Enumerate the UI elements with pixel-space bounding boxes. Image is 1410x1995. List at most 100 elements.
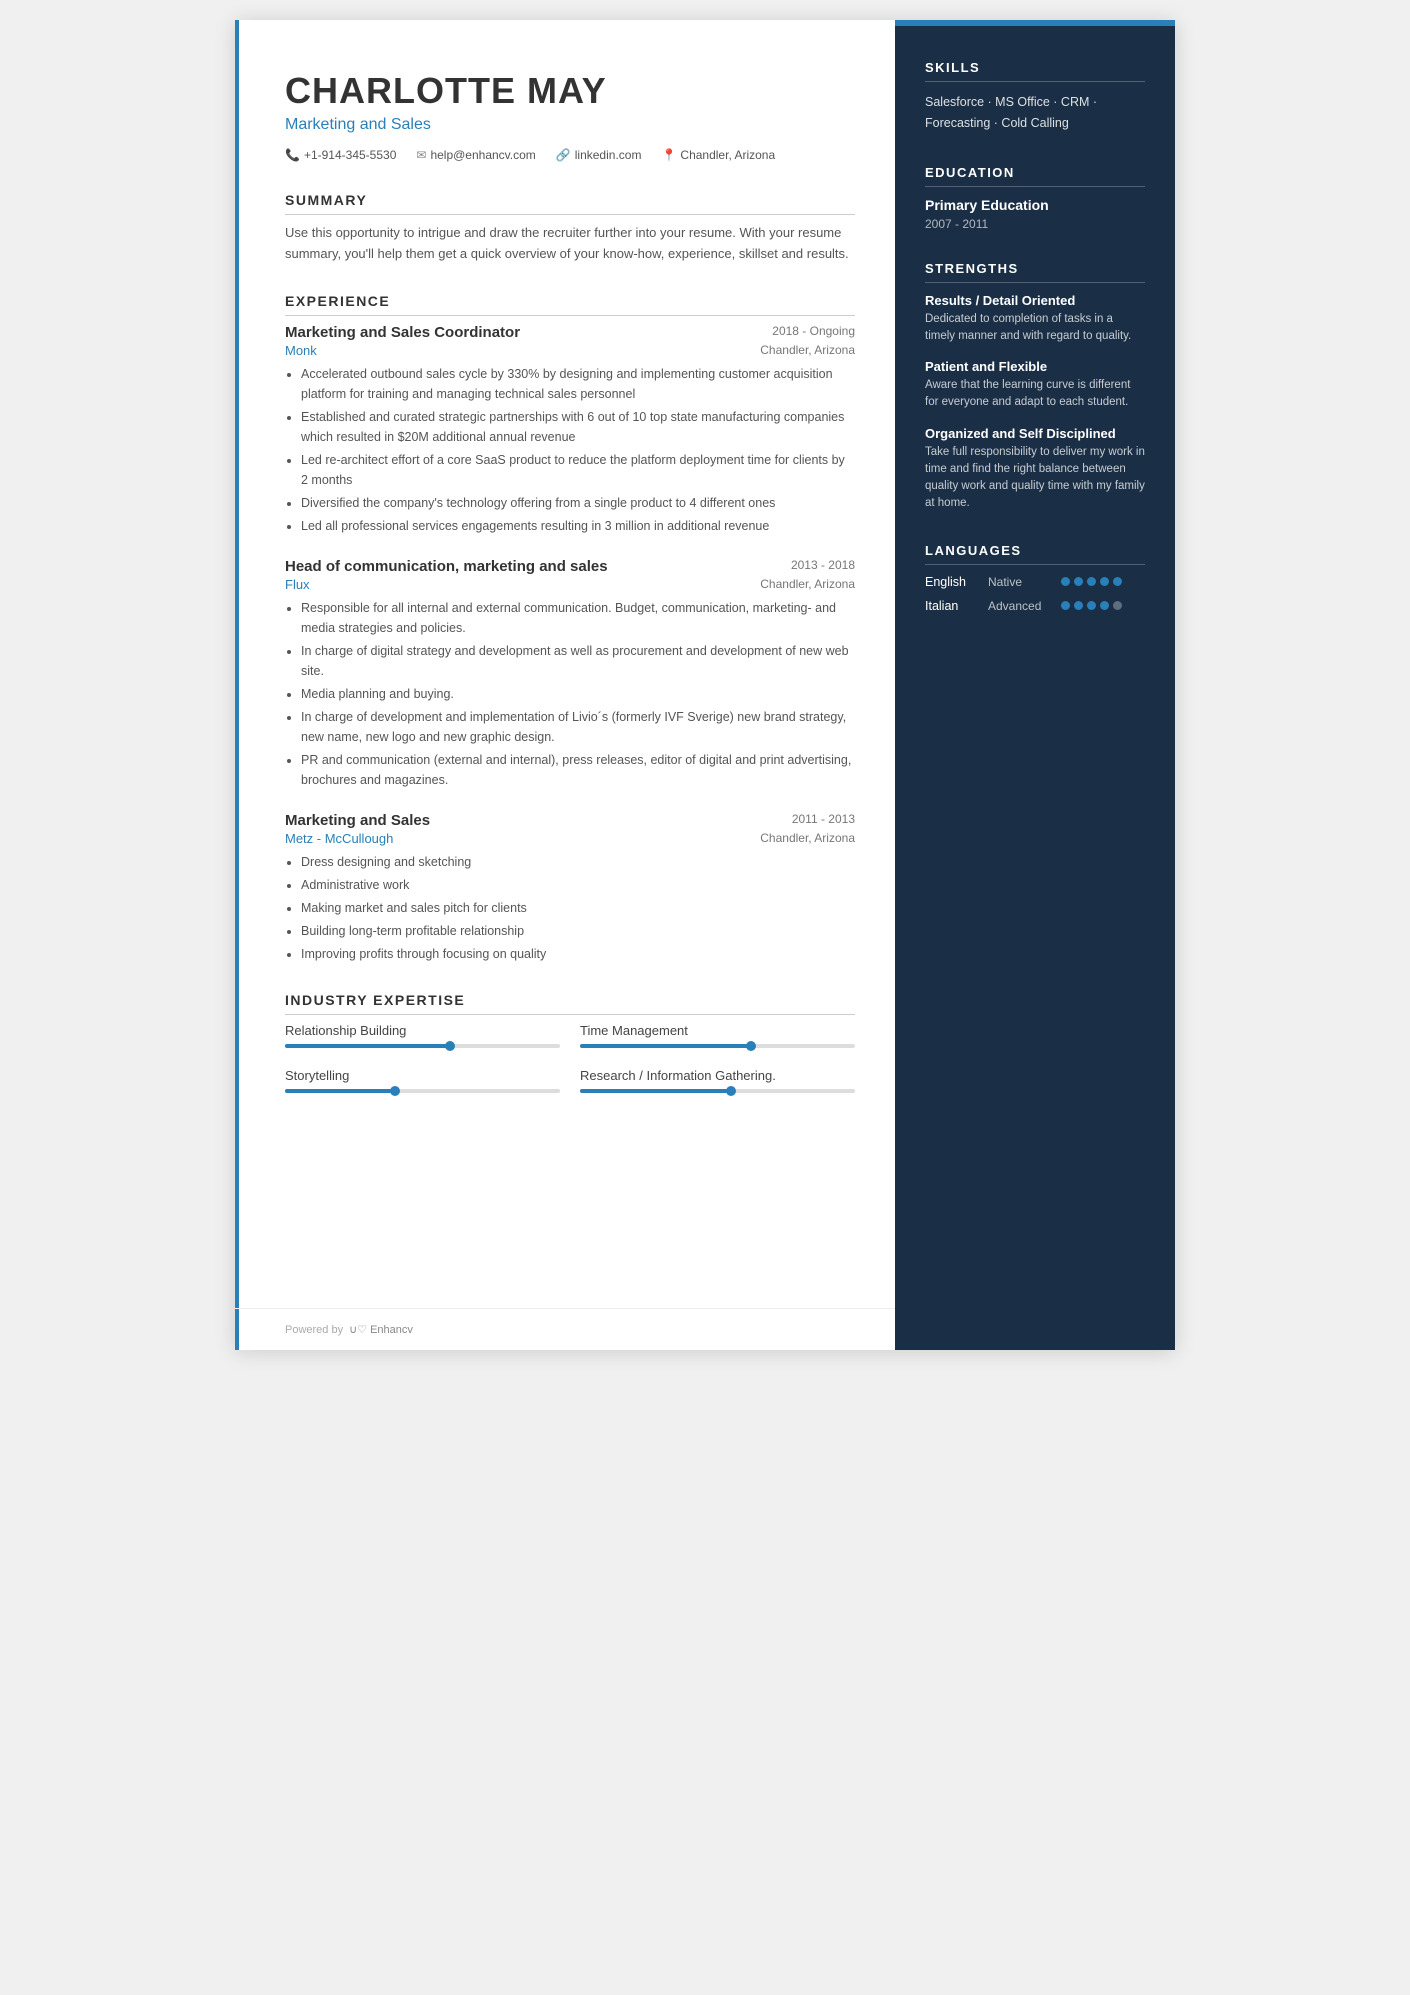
exp-location-3: Chandler, Arizona: [760, 831, 855, 846]
bullet-3-1: Dress designing and sketching: [301, 852, 855, 872]
bullet-2-2: In charge of digital strategy and develo…: [301, 641, 855, 681]
contact-info: 📞 +1-914-345-5530 ✉ help@enhancv.com 🔗 l…: [285, 148, 855, 162]
bullet-1-1: Accelerated outbound sales cycle by 330%…: [301, 364, 855, 404]
exp-entry-2: Head of communication, marketing and sal…: [285, 558, 855, 790]
progress-fill-3: [580, 1089, 731, 1093]
progress-fill-0: [285, 1044, 450, 1048]
lang-name-1: Italian: [925, 599, 980, 613]
phone-icon: 📞: [285, 148, 300, 162]
exp-dates-1: 2018 - Ongoing: [772, 324, 855, 338]
exp-bullets-2: Responsible for all internal and externa…: [285, 598, 855, 790]
enhancv-logo: ∪♡ Enhancv: [349, 1323, 413, 1336]
email-icon: ✉: [416, 148, 426, 162]
exp-company-2: Flux: [285, 577, 310, 592]
education-section: EDUCATION Primary Education 2007 - 2011: [925, 165, 1145, 231]
website-contact: 🔗 linkedin.com: [556, 148, 642, 162]
exp-subrow-1: Monk Chandler, Arizona: [285, 343, 855, 358]
industry-expertise-title: INDUSTRY EXPERTISE: [285, 992, 855, 1015]
lang-name-0: English: [925, 575, 980, 589]
exp-bullets-1: Accelerated outbound sales cycle by 330%…: [285, 364, 855, 536]
exp-entry-3: Marketing and Sales 2011 - 2013 Metz - M…: [285, 812, 855, 964]
lang-dot-1-4: [1100, 601, 1109, 610]
lang-level-0: Native: [988, 575, 1053, 589]
progress-dot-3: [726, 1086, 736, 1096]
experience-section: EXPERIENCE Marketing and Sales Coordinat…: [285, 293, 855, 964]
languages-title: LANGUAGES: [925, 543, 1145, 565]
progress-track-0: [285, 1044, 560, 1048]
lang-dot-1-1: [1061, 601, 1070, 610]
exp-header-2: Head of communication, marketing and sal…: [285, 558, 855, 575]
strengths-title: STRENGTHS: [925, 261, 1145, 283]
footer-brand: Powered by ∪♡ Enhancv: [285, 1323, 413, 1336]
progress-track-3: [580, 1089, 855, 1093]
bullet-3-3: Making market and sales pitch for client…: [301, 898, 855, 918]
strength-name-0: Results / Detail Oriented: [925, 293, 1145, 308]
summary-section: SUMMARY Use this opportunity to intrigue…: [285, 192, 855, 265]
strength-item-2: Organized and Self Disciplined Take full…: [925, 426, 1145, 513]
education-dates: 2007 - 2011: [925, 217, 1145, 231]
exp-entry-1: Marketing and Sales Coordinator 2018 - O…: [285, 324, 855, 536]
brand-name: Enhancv: [370, 1324, 413, 1336]
exp-subrow-3: Metz - McCullough Chandler, Arizona: [285, 831, 855, 846]
exp-header-3: Marketing and Sales 2011 - 2013: [285, 812, 855, 829]
exp-job-title-1: Marketing and Sales Coordinator: [285, 324, 520, 341]
lang-dot-0-3: [1087, 577, 1096, 586]
strength-desc-2: Take full responsibility to deliver my w…: [925, 444, 1145, 513]
candidate-title: Marketing and Sales: [285, 116, 855, 134]
exp-dates-2: 2013 - 2018: [791, 558, 855, 572]
exp-subrow-2: Flux Chandler, Arizona: [285, 577, 855, 592]
lang-dot-0-2: [1074, 577, 1083, 586]
lang-dot-1-3: [1087, 601, 1096, 610]
expertise-label-2: Storytelling: [285, 1068, 560, 1083]
strength-item-1: Patient and Flexible Aware that the lear…: [925, 359, 1145, 412]
languages-section: LANGUAGES English Native Italian Advance…: [925, 543, 1145, 613]
exp-dates-3: 2011 - 2013: [792, 812, 855, 826]
expertise-item-3: Research / Information Gathering.: [580, 1068, 855, 1093]
email-value: help@enhancv.com: [430, 148, 535, 162]
lang-dot-0-5: [1113, 577, 1122, 586]
left-accent: [235, 20, 239, 1350]
expertise-item-2: Storytelling: [285, 1068, 560, 1093]
bullet-2-3: Media planning and buying.: [301, 684, 855, 704]
skills-text-2: Forecasting · Cold Calling: [925, 113, 1145, 134]
lang-dot-0-4: [1100, 577, 1109, 586]
exp-company-3: Metz - McCullough: [285, 831, 393, 846]
exp-job-title-2: Head of communication, marketing and sal…: [285, 558, 608, 575]
lang-row-0: English Native: [925, 575, 1145, 589]
location-value: Chandler, Arizona: [680, 148, 775, 162]
bullet-1-2: Established and curated strategic partne…: [301, 407, 855, 447]
bullet-2-4: In charge of development and implementat…: [301, 707, 855, 747]
candidate-name: CHARLOTTE MAY: [285, 70, 855, 112]
exp-location-1: Chandler, Arizona: [760, 343, 855, 358]
exp-job-title-3: Marketing and Sales: [285, 812, 430, 829]
exp-bullets-3: Dress designing and sketching Administra…: [285, 852, 855, 964]
education-degree: Primary Education: [925, 197, 1145, 213]
skills-title: SKILLS: [925, 60, 1145, 82]
progress-fill-1: [580, 1044, 751, 1048]
lang-dots-1: [1061, 601, 1122, 610]
bullet-3-2: Administrative work: [301, 875, 855, 895]
bullet-3-5: Improving profits through focusing on qu…: [301, 944, 855, 964]
website-value: linkedin.com: [575, 148, 642, 162]
strength-name-2: Organized and Self Disciplined: [925, 426, 1145, 441]
bullet-2-1: Responsible for all internal and externa…: [301, 598, 855, 638]
exp-company-1: Monk: [285, 343, 317, 358]
resume-container: CHARLOTTE MAY Marketing and Sales 📞 +1-9…: [235, 20, 1175, 1350]
progress-track-2: [285, 1089, 560, 1093]
email-contact: ✉ help@enhancv.com: [416, 148, 535, 162]
experience-title: EXPERIENCE: [285, 293, 855, 316]
lang-dot-1-5: [1113, 601, 1122, 610]
strengths-section: STRENGTHS Results / Detail Oriented Dedi…: [925, 261, 1145, 513]
skills-text-1: Salesforce · MS Office · CRM ·: [925, 92, 1145, 113]
summary-text: Use this opportunity to intrigue and dra…: [285, 223, 855, 265]
location-contact: 📍 Chandler, Arizona: [661, 148, 775, 162]
progress-track-1: [580, 1044, 855, 1048]
phone-contact: 📞 +1-914-345-5530: [285, 148, 396, 162]
powered-by-label: Powered by: [285, 1324, 343, 1336]
strength-item-0: Results / Detail Oriented Dedicated to c…: [925, 293, 1145, 346]
link-icon: 🔗: [556, 148, 571, 162]
progress-dot-2: [390, 1086, 400, 1096]
bullet-1-4: Diversified the company's technology off…: [301, 493, 855, 513]
expertise-label-1: Time Management: [580, 1023, 855, 1038]
lang-dot-0-1: [1061, 577, 1070, 586]
